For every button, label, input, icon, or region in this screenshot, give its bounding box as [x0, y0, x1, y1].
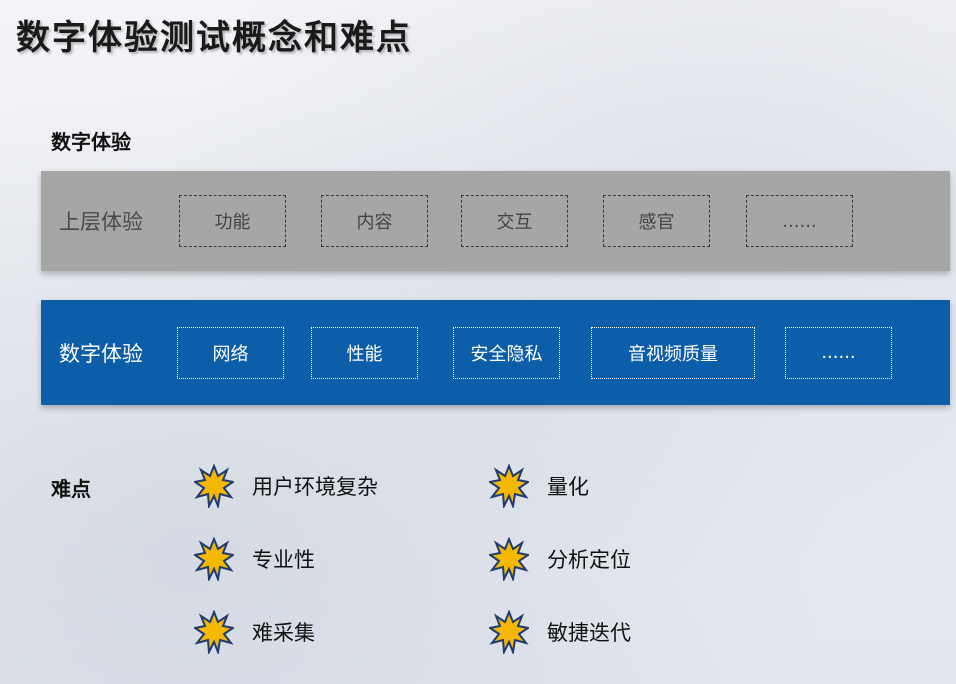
difficulty-item: 敏捷迭代: [489, 610, 631, 654]
difficulty-item: 专业性: [194, 537, 315, 581]
difficulty-text: 用户环境复杂: [252, 475, 378, 499]
burst-star-icon: [489, 537, 529, 581]
digital-item-network: 网络: [177, 326, 284, 379]
upper-layer-band: 上层体验 功能 内容 交互 感官 ......: [41, 171, 950, 271]
upper-item-content: 内容: [321, 195, 428, 247]
digital-item-performance: 性能: [311, 326, 418, 379]
upper-item-interaction: 交互: [461, 195, 568, 247]
burst-star-icon: [194, 464, 234, 508]
difficulty-text: 难采集: [252, 621, 315, 645]
difficulty-text: 分析定位: [547, 548, 631, 572]
section-label-difficulties: 难点: [51, 477, 91, 501]
upper-item-more: ......: [746, 195, 853, 247]
difficulty-text: 专业性: [252, 548, 315, 572]
digital-item-av-quality: 音视频质量: [591, 326, 755, 379]
upper-layer-label: 上层体验: [59, 210, 143, 234]
section-label-experience: 数字体验: [51, 130, 131, 154]
difficulty-text: 量化: [547, 475, 589, 499]
difficulty-item: 量化: [489, 464, 589, 508]
upper-item-function: 功能: [179, 195, 286, 247]
difficulty-item: 用户环境复杂: [194, 464, 378, 508]
burst-star-icon: [489, 610, 529, 654]
burst-star-icon: [489, 464, 529, 508]
digital-layer-label: 数字体验: [59, 341, 143, 366]
digital-layer-band: 数字体验 网络 性能 安全隐私 音视频质量 ......: [41, 300, 950, 405]
upper-item-sensory: 感官: [603, 195, 710, 247]
burst-star-icon: [194, 610, 234, 654]
digital-item-security-privacy: 安全隐私: [453, 326, 560, 379]
difficulty-item: 分析定位: [489, 537, 631, 581]
page-title: 数字体验测试概念和难点: [16, 18, 412, 58]
burst-star-icon: [194, 537, 234, 581]
difficulty-text: 敏捷迭代: [547, 621, 631, 645]
digital-item-more: ......: [785, 326, 892, 379]
difficulty-item: 难采集: [194, 610, 315, 654]
